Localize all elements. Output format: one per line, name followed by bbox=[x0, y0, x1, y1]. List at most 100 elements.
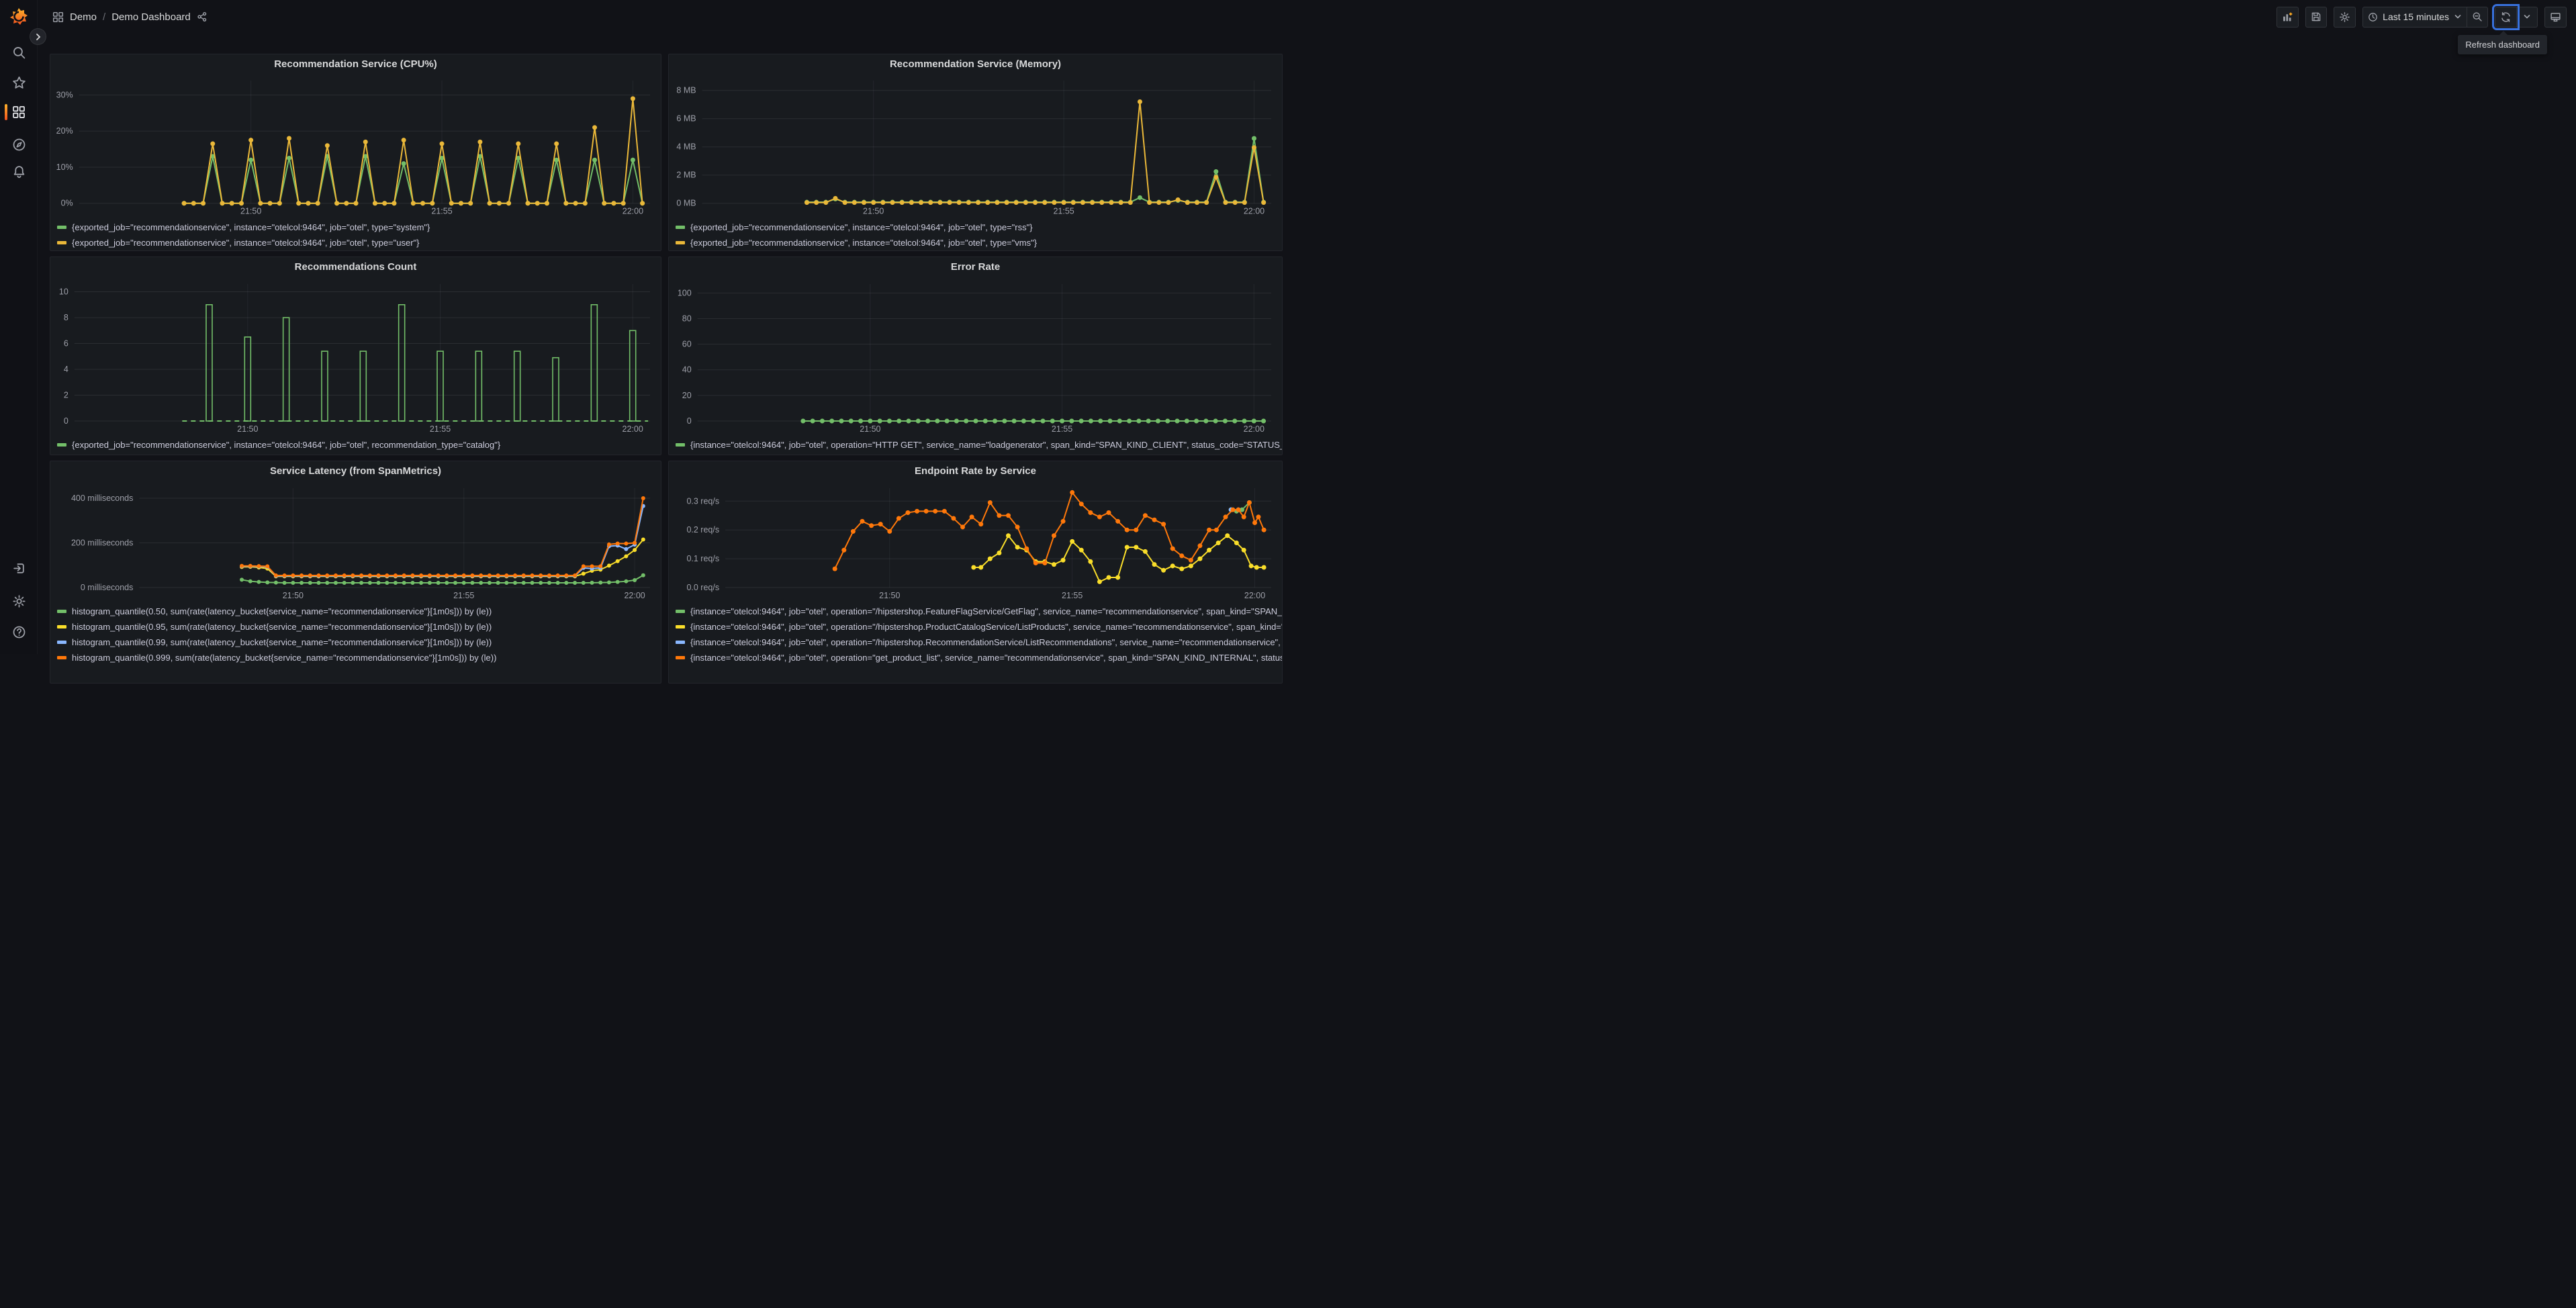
series-point bbox=[359, 573, 364, 578]
panel-title[interactable]: Recommendation Service (CPU%) bbox=[50, 54, 661, 74]
series-point bbox=[1078, 547, 1084, 553]
legend-item[interactable]: {instance="otelcol:9464", job="otel", op… bbox=[676, 635, 1282, 650]
time-series-chart[interactable]: 21:50 21:55 22:00 0 milliseconds 200 millise… bbox=[50, 481, 661, 602]
share-icon[interactable] bbox=[197, 11, 208, 22]
legend-item[interactable]: histogram_quantile(0.999, sum(rate(laten… bbox=[57, 650, 661, 665]
series-point bbox=[563, 201, 569, 206]
legend-label: {exported_job="recommendationservice", i… bbox=[690, 222, 1033, 232]
breadcrumb-folder[interactable]: Demo bbox=[70, 11, 97, 23]
series-point bbox=[393, 573, 398, 578]
series-point bbox=[1207, 547, 1212, 553]
panel-title[interactable]: Recommendations Count bbox=[50, 257, 661, 277]
grafana-logo-icon[interactable] bbox=[9, 7, 28, 26]
series-point bbox=[516, 141, 521, 146]
series-point bbox=[1185, 200, 1190, 205]
series-point bbox=[479, 573, 484, 578]
series-point bbox=[804, 200, 809, 205]
series-point bbox=[1128, 200, 1133, 205]
add-panel-button[interactable] bbox=[2276, 6, 2299, 28]
legend-item[interactable]: histogram_quantile(0.99, sum(rate(latenc… bbox=[57, 635, 661, 650]
series-point bbox=[282, 573, 287, 578]
series-point bbox=[201, 201, 206, 206]
series-point bbox=[915, 508, 920, 514]
bar bbox=[205, 303, 213, 422]
series-line bbox=[184, 98, 643, 204]
series-point bbox=[954, 418, 959, 424]
legend-item[interactable]: histogram_quantile(0.50, sum(rate(latenc… bbox=[57, 604, 661, 619]
series-point bbox=[449, 201, 454, 206]
zoom-out-time-button[interactable] bbox=[2467, 6, 2488, 28]
series-point bbox=[1042, 200, 1048, 205]
panel-title[interactable]: Error Rate bbox=[669, 257, 1282, 277]
series-point bbox=[376, 581, 381, 586]
series-point bbox=[1179, 566, 1185, 571]
time-series-chart[interactable]: 21:50 21:55 22:00 0 20 40 60 80 100 bbox=[669, 277, 1282, 436]
legend-item[interactable]: {exported_job="recommendationservice", i… bbox=[57, 437, 661, 453]
legend-item[interactable]: {instance="otelcol:9464", job="otel", op… bbox=[676, 437, 1282, 453]
series-point bbox=[240, 563, 244, 568]
series-point bbox=[1013, 200, 1019, 205]
series-point bbox=[333, 573, 338, 578]
legend-item[interactable]: {exported_job="recommendationservice", i… bbox=[676, 220, 1282, 235]
time-series-chart[interactable]: 21:50 21:55 22:00 0% 10% 20% 30% bbox=[50, 74, 661, 218]
sidebar-item-configuration[interactable] bbox=[0, 588, 38, 614]
refresh-icon bbox=[2501, 11, 2510, 22]
axis-tick-label: 60 bbox=[682, 340, 692, 349]
series-point bbox=[602, 201, 607, 206]
dashboard-toolbar: Last 15 minutes Refresh dashboard bbox=[2276, 3, 2567, 54]
panel-title[interactable]: Service Latency (from SpanMetrics) bbox=[50, 461, 661, 481]
sidebar-item-help[interactable] bbox=[0, 618, 38, 645]
series-point bbox=[1188, 563, 1193, 569]
axis-tick-label: 21:50 bbox=[879, 591, 900, 600]
sidebar-item-dashboards[interactable] bbox=[0, 99, 38, 126]
time-series-chart[interactable]: 21:50 21:55 22:00 0 MB 2 MB 4 MB 6 MB 8 MB bbox=[669, 74, 1282, 218]
panel-title[interactable]: Endpoint Rate by Service bbox=[669, 461, 1282, 481]
series-point bbox=[513, 573, 518, 578]
series-point bbox=[1261, 418, 1267, 424]
legend-item[interactable]: {instance="otelcol:9464", job="otel", op… bbox=[676, 650, 1282, 665]
sidebar-expand-button[interactable] bbox=[30, 28, 46, 45]
series-point bbox=[1197, 543, 1203, 549]
series-point bbox=[1070, 539, 1075, 544]
series-point bbox=[598, 580, 603, 585]
legend-item[interactable]: {instance="otelcol:9464", job="otel", op… bbox=[676, 604, 1282, 619]
legend-item[interactable]: {instance="otelcol:9464", job="otel", op… bbox=[676, 619, 1282, 635]
legend-item[interactable]: {exported_job="recommendationservice", i… bbox=[676, 235, 1282, 250]
series-point bbox=[1236, 507, 1241, 512]
panel-title[interactable]: Recommendation Service (Memory) bbox=[669, 54, 1282, 74]
legend-item[interactable]: {exported_job="recommendationservice", i… bbox=[57, 220, 661, 235]
series-point bbox=[316, 573, 321, 578]
panel-legend: {exported_job="recommendationservice", i… bbox=[50, 436, 661, 453]
cycle-view-mode-button[interactable] bbox=[2544, 6, 2567, 28]
legend-label: {instance="otelcol:9464", job="otel", op… bbox=[690, 606, 1282, 616]
sidebar-item-sign-in[interactable] bbox=[0, 555, 38, 581]
series-point bbox=[935, 418, 940, 424]
series-point bbox=[1090, 200, 1095, 205]
axis-tick-label: 0.2 req/s bbox=[686, 525, 719, 534]
sidebar-item-starred[interactable] bbox=[0, 69, 38, 96]
axis-tick-label: 22:00 bbox=[623, 424, 643, 434]
dashboard-settings-button[interactable] bbox=[2334, 6, 2356, 28]
series-point bbox=[1070, 200, 1076, 205]
series-point bbox=[1088, 510, 1093, 515]
series-point bbox=[376, 573, 381, 578]
save-dashboard-button[interactable] bbox=[2305, 6, 2328, 28]
series-point bbox=[513, 581, 518, 586]
refresh-interval-dropdown[interactable] bbox=[2517, 6, 2538, 28]
series-point bbox=[906, 418, 911, 424]
time-range-picker[interactable]: Last 15 minutes bbox=[2362, 6, 2467, 28]
series-point bbox=[928, 200, 933, 205]
series-point bbox=[468, 201, 473, 206]
sidebar-item-alerting[interactable] bbox=[0, 158, 38, 185]
series-point bbox=[1069, 418, 1074, 424]
axis-tick-label: 2 bbox=[64, 391, 68, 400]
sidebar-item-explore[interactable] bbox=[0, 131, 38, 158]
legend-item[interactable]: histogram_quantile(0.95, sum(rate(latenc… bbox=[57, 619, 661, 635]
series-point bbox=[592, 125, 598, 130]
bar-chart[interactable]: 21:50 21:55 22:00 0 2 4 6 8 10 bbox=[50, 277, 661, 436]
legend-item[interactable]: {exported_job="recommendationservice", i… bbox=[57, 235, 661, 250]
refresh-dashboard-button[interactable]: Refresh dashboard bbox=[2458, 3, 2547, 54]
series-point bbox=[351, 573, 355, 578]
time-series-chart[interactable]: 21:50 21:55 22:00 0.0 req/s 0.1 req/s 0.2 req… bbox=[669, 481, 1282, 602]
refresh-tooltip: Refresh dashboard bbox=[2458, 30, 2547, 54]
